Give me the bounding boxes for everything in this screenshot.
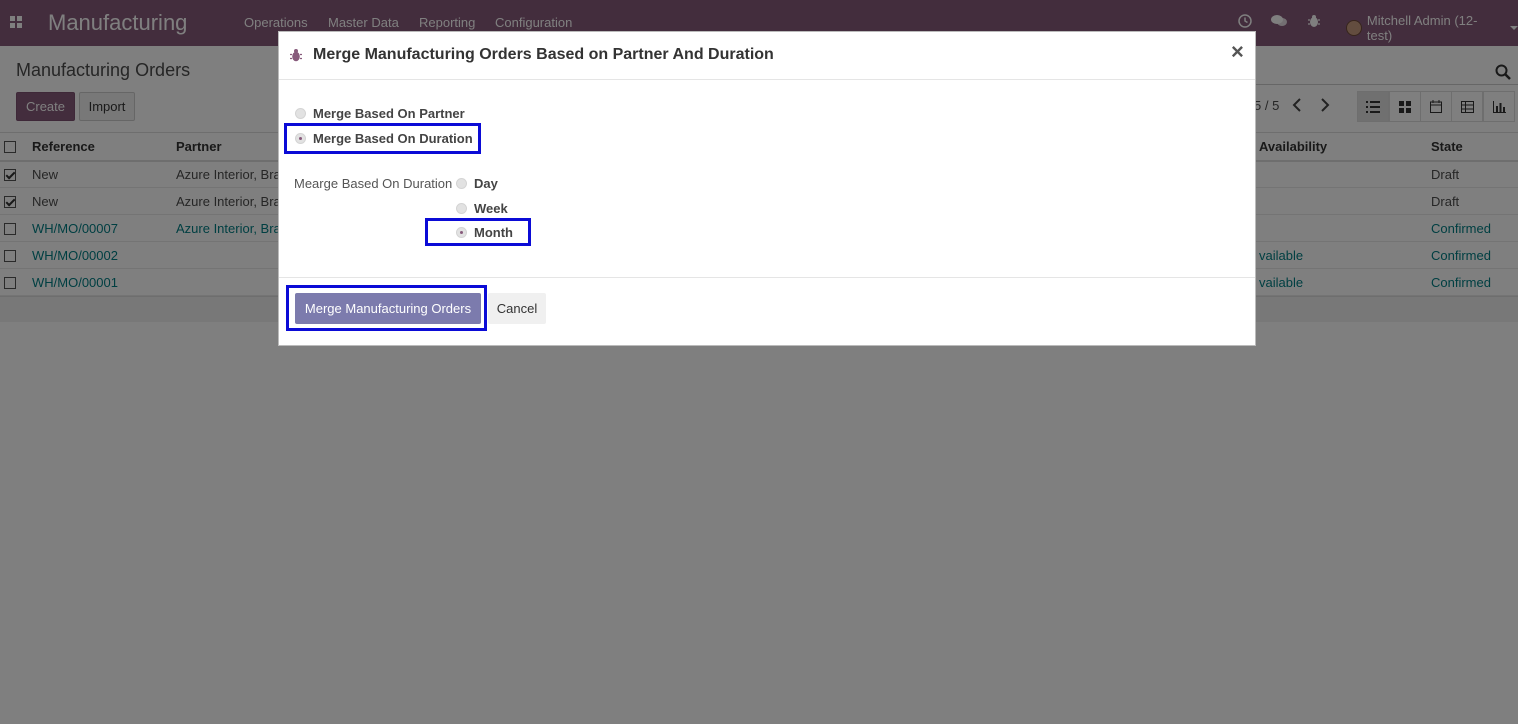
radio-label: Week [474,201,508,216]
merge-orders-dialog: Merge Manufacturing Orders Based on Part… [278,31,1256,346]
highlight-box [425,218,531,246]
dialog-header: Merge Manufacturing Orders Based on Part… [279,32,1255,80]
duration-field-label: Mearge Based On Duration [294,176,453,191]
radio-label: Merge Based On Partner [313,106,465,121]
radio-button[interactable] [456,178,467,189]
highlight-box [286,285,487,331]
close-icon[interactable]: × [1231,41,1244,63]
radio-duration-day[interactable]: Day [456,176,498,191]
radio-merge-partner[interactable]: Merge Based On Partner [295,106,465,121]
cancel-button[interactable]: Cancel [488,293,546,324]
dialog-title: Merge Manufacturing Orders Based on Part… [313,46,774,63]
radio-button[interactable] [295,108,306,119]
highlight-box [284,123,481,154]
radio-duration-week[interactable]: Week [456,201,508,216]
radio-label: Day [474,176,498,191]
radio-button[interactable] [456,203,467,214]
debug-bug-icon[interactable] [290,48,304,62]
